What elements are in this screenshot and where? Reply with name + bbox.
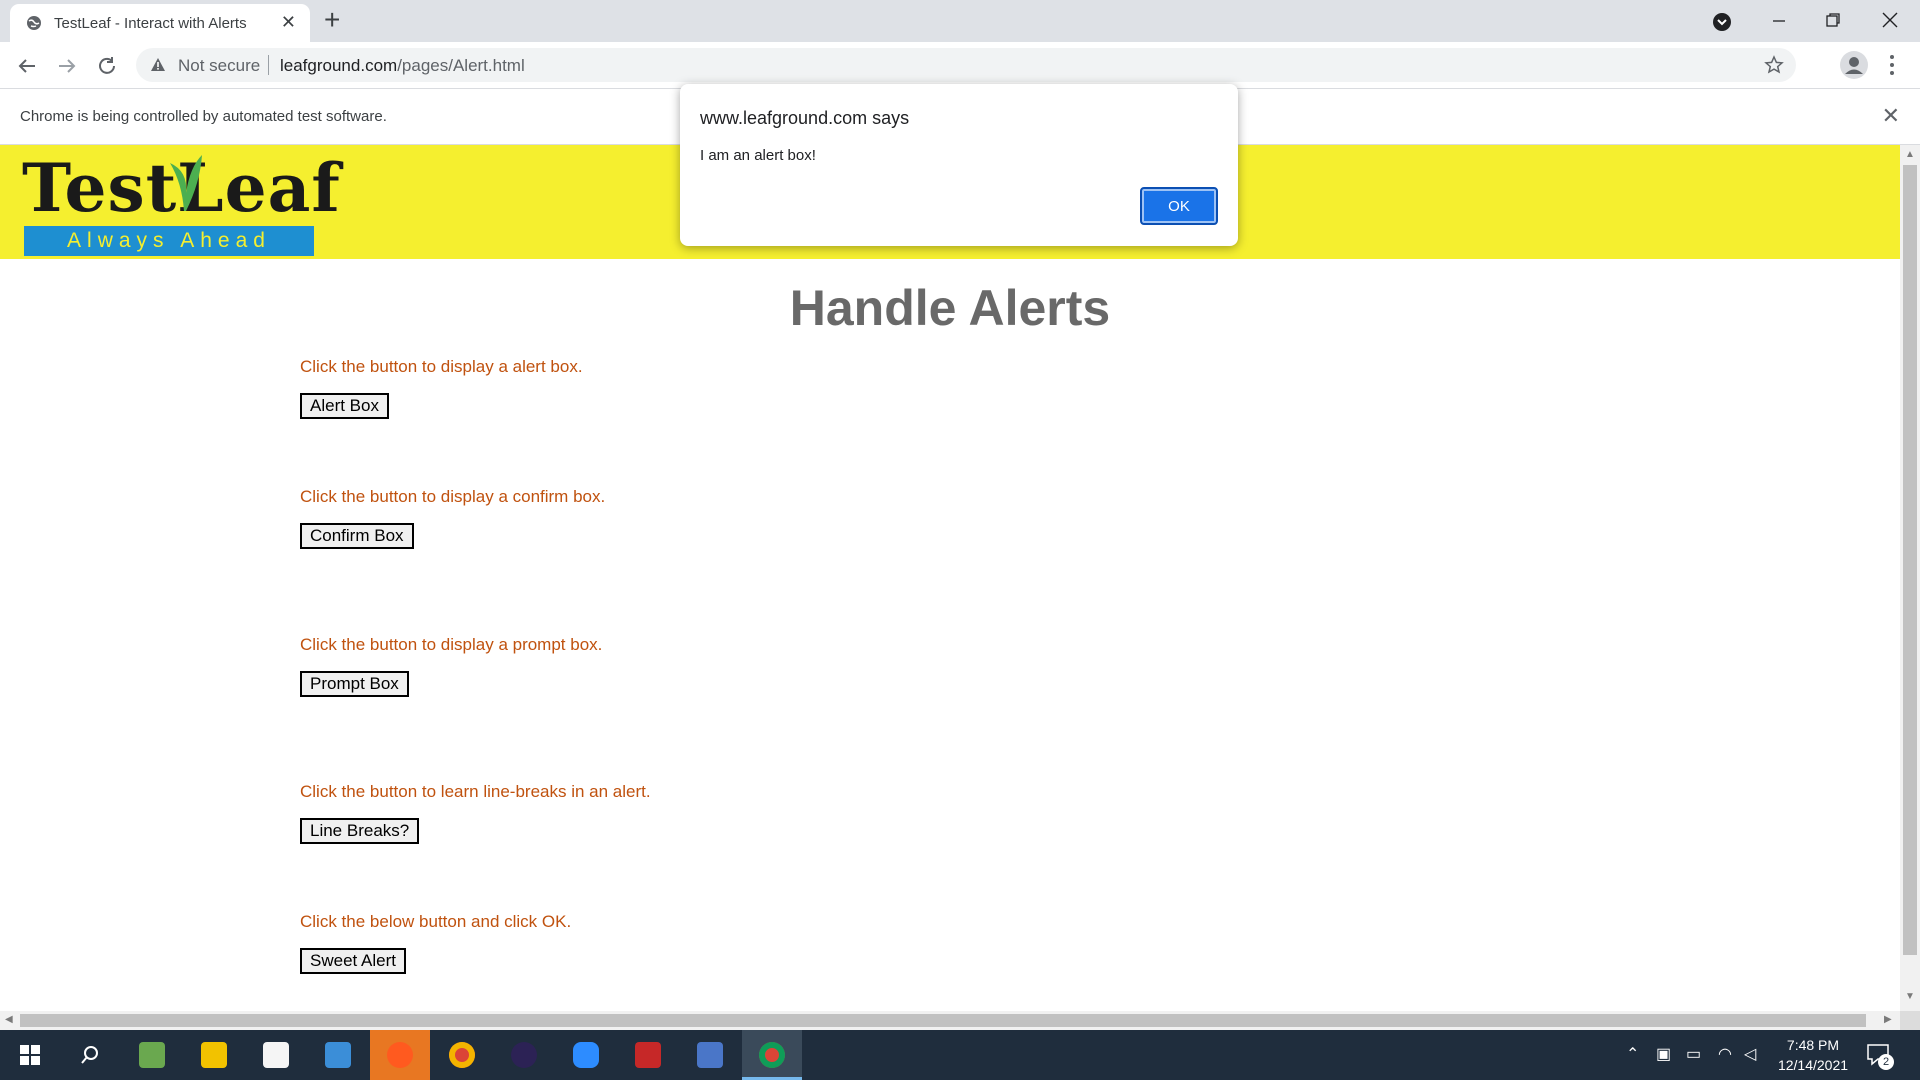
tab-search-icon[interactable]	[1712, 12, 1732, 32]
line-breaks-section: Click the button to learn line-breaks in…	[300, 782, 651, 844]
start-button[interactable]	[0, 1030, 60, 1080]
reload-icon[interactable]	[96, 55, 118, 77]
taskbar-app-mail[interactable]	[308, 1030, 368, 1080]
wifi-icon[interactable]: ◠	[1718, 1044, 1732, 1064]
tab-title: TestLeaf - Interact with Alerts	[54, 15, 247, 32]
taskbar-app-eclipse[interactable]	[494, 1030, 554, 1080]
scroll-right-arrow-icon[interactable]: ▶	[1884, 1014, 1892, 1025]
alert-label: Click the button to display a alert box.	[300, 357, 583, 376]
taskbar-app-notepad[interactable]	[122, 1030, 182, 1080]
omnibox-divider	[268, 55, 269, 75]
testleaf-logo[interactable]: TestLeaf Always Ahead	[22, 153, 340, 256]
system-clock[interactable]: 7:48 PM 12/14/2021	[1768, 1035, 1858, 1075]
firefox-icon	[387, 1042, 413, 1068]
sweet-alert-button[interactable]: Sweet Alert	[300, 948, 406, 974]
scroll-left-arrow-icon[interactable]: ◀	[5, 1014, 13, 1025]
clock-time: 7:48 PM	[1786, 1037, 1840, 1053]
meet-now-icon[interactable]: ▣	[1656, 1044, 1671, 1064]
url-host: leafground.com	[280, 56, 398, 75]
chrome-icon	[449, 1042, 475, 1068]
taskbar-app-remote-desktop[interactable]	[680, 1030, 740, 1080]
horizontal-scroll-thumb[interactable]	[20, 1014, 1866, 1027]
infobar-close-icon[interactable]: ✕	[1882, 103, 1900, 129]
dialog-heading: www.leafground.com says	[700, 108, 910, 128]
alert-box-button[interactable]: Alert Box	[300, 393, 389, 419]
close-window-icon[interactable]	[1880, 10, 1900, 30]
taskbar-app-firefox[interactable]	[370, 1030, 430, 1080]
security-label[interactable]: Not secure	[178, 56, 260, 76]
clock-date: 12/14/2021	[1777, 1057, 1849, 1073]
taskbar-app-security[interactable]	[618, 1030, 678, 1080]
scroll-down-arrow-icon[interactable]: ▼	[1905, 991, 1915, 1002]
tab-strip: TestLeaf - Interact with Alerts ✕ +	[0, 0, 1920, 42]
zoom-icon	[573, 1042, 599, 1068]
battery-icon[interactable]: ▭	[1686, 1044, 1701, 1064]
volume-icon[interactable]: ◁	[1744, 1044, 1756, 1064]
page-content: TestLeaf Always Ahead Handle Alerts Clic…	[0, 145, 1900, 1011]
mail-icon	[325, 1042, 351, 1068]
notification-center[interactable]: 2	[1866, 1042, 1894, 1070]
search-icon	[81, 1046, 98, 1064]
folder-icon	[201, 1042, 227, 1068]
store-icon	[263, 1042, 289, 1068]
shield-icon	[635, 1042, 661, 1068]
alert-dialog: www.leafground.com says I am an alert bo…	[680, 84, 1238, 246]
address-bar[interactable]: Not secure leafground.com/pages/Alert.ht…	[136, 48, 1796, 82]
notepad-icon	[139, 1042, 165, 1068]
url-path: /pages/Alert.html	[397, 56, 525, 75]
alert-section: Click the button to display a alert box.…	[300, 357, 583, 419]
minimize-icon[interactable]	[1770, 12, 1788, 30]
confirm-label: Click the button to display a confirm bo…	[300, 487, 606, 506]
forward-arrow-icon[interactable]	[56, 55, 78, 77]
tab-close-icon[interactable]: ✕	[281, 13, 296, 31]
horizontal-scrollbar[interactable]: ◀ ▶	[0, 1011, 1900, 1030]
leaf-icon	[170, 155, 202, 211]
taskbar-app-store[interactable]	[246, 1030, 306, 1080]
eclipse-icon	[511, 1042, 537, 1068]
remote-desktop-icon	[697, 1042, 723, 1068]
taskbar-app-chrome-active[interactable]	[742, 1030, 802, 1080]
profile-avatar-icon[interactable]	[1840, 51, 1868, 79]
line-breaks-button[interactable]: Line Breaks?	[300, 818, 420, 844]
tray-chevron-icon[interactable]: ⌃	[1626, 1044, 1639, 1064]
bookmark-star-icon[interactable]	[1764, 55, 1784, 75]
windows-logo-icon	[20, 1045, 40, 1065]
browser-toolbar: Not secure leafground.com/pages/Alert.ht…	[0, 42, 1920, 89]
taskbar-app-zoom[interactable]	[556, 1030, 616, 1080]
restore-icon[interactable]	[1824, 11, 1842, 29]
url-text[interactable]: leafground.com/pages/Alert.html	[280, 56, 525, 76]
prompt-label: Click the button to display a prompt box…	[300, 635, 603, 654]
sweet-alert-section: Click the below button and click OK. Swe…	[300, 912, 571, 974]
dialog-ok-button[interactable]: OK	[1140, 187, 1218, 225]
notification-badge: 2	[1878, 1054, 1894, 1070]
back-arrow-icon[interactable]	[16, 55, 38, 77]
logo-tagline: Always Ahead	[24, 226, 314, 256]
taskbar-search[interactable]	[60, 1030, 120, 1080]
browser-tab[interactable]: TestLeaf - Interact with Alerts ✕	[10, 4, 310, 42]
vertical-scroll-thumb[interactable]	[1903, 165, 1917, 955]
page-title: Handle Alerts	[789, 280, 1111, 336]
confirm-section: Click the button to display a confirm bo…	[300, 487, 605, 549]
warning-icon	[151, 58, 165, 71]
scroll-up-arrow-icon[interactable]: ▲	[1905, 149, 1915, 160]
taskbar-app-chrome[interactable]	[432, 1030, 492, 1080]
taskbar: ⌃ ▣ ▭ ◠ ◁ 7:48 PM 12/14/2021 2	[0, 1030, 1920, 1080]
prompt-section: Click the button to display a prompt box…	[300, 635, 602, 697]
line-breaks-label: Click the button to learn line-breaks in…	[300, 782, 651, 801]
sweet-alert-label: Click the below button and click OK.	[300, 912, 572, 931]
confirm-box-button[interactable]: Confirm Box	[300, 523, 414, 549]
scrollbar-corner	[1900, 1011, 1920, 1030]
taskbar-app-file-explorer[interactable]	[184, 1030, 244, 1080]
globe-icon	[27, 16, 41, 30]
new-tab-button[interactable]: +	[324, 6, 340, 34]
infobar-message: Chrome is being controlled by automated …	[20, 108, 387, 125]
chrome-icon	[759, 1042, 785, 1068]
vertical-scrollbar[interactable]: ▲ ▼	[1900, 145, 1920, 1011]
prompt-box-button[interactable]: Prompt Box	[300, 671, 409, 697]
dialog-message: I am an alert box!	[700, 147, 816, 164]
menu-kebab-icon[interactable]	[1888, 54, 1896, 76]
